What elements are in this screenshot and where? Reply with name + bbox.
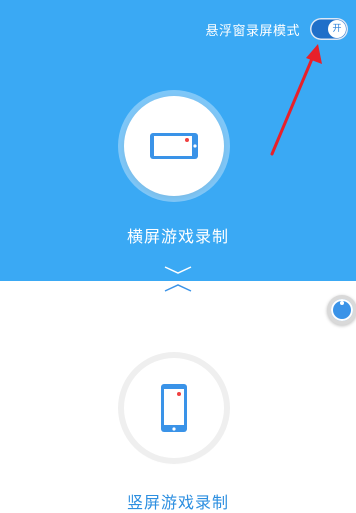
- landscape-phone-icon: [150, 133, 198, 159]
- floating-ball-highlight: [340, 301, 344, 305]
- chevron-up-icon[interactable]: [163, 283, 193, 293]
- chevron-down-icon[interactable]: [163, 265, 193, 275]
- portrait-record-button[interactable]: [124, 358, 224, 458]
- floating-record-mode-label: 悬浮窗录屏模式: [205, 23, 300, 39]
- portrait-phone-icon: [161, 384, 187, 432]
- landscape-record-button[interactable]: [124, 96, 224, 196]
- floating-ball-icon[interactable]: [327, 295, 356, 325]
- red-arrow-annotation-icon: [270, 44, 322, 156]
- landscape-record-label[interactable]: 横屏游戏录制: [0, 223, 356, 247]
- toggle-knob: 开: [328, 20, 346, 38]
- floating-record-mode-row: 悬浮窗录屏模式 开: [205, 18, 348, 40]
- portrait-record-label[interactable]: 竖屏游戏录制: [0, 489, 356, 513]
- floating-record-mode-toggle[interactable]: 开: [310, 18, 348, 40]
